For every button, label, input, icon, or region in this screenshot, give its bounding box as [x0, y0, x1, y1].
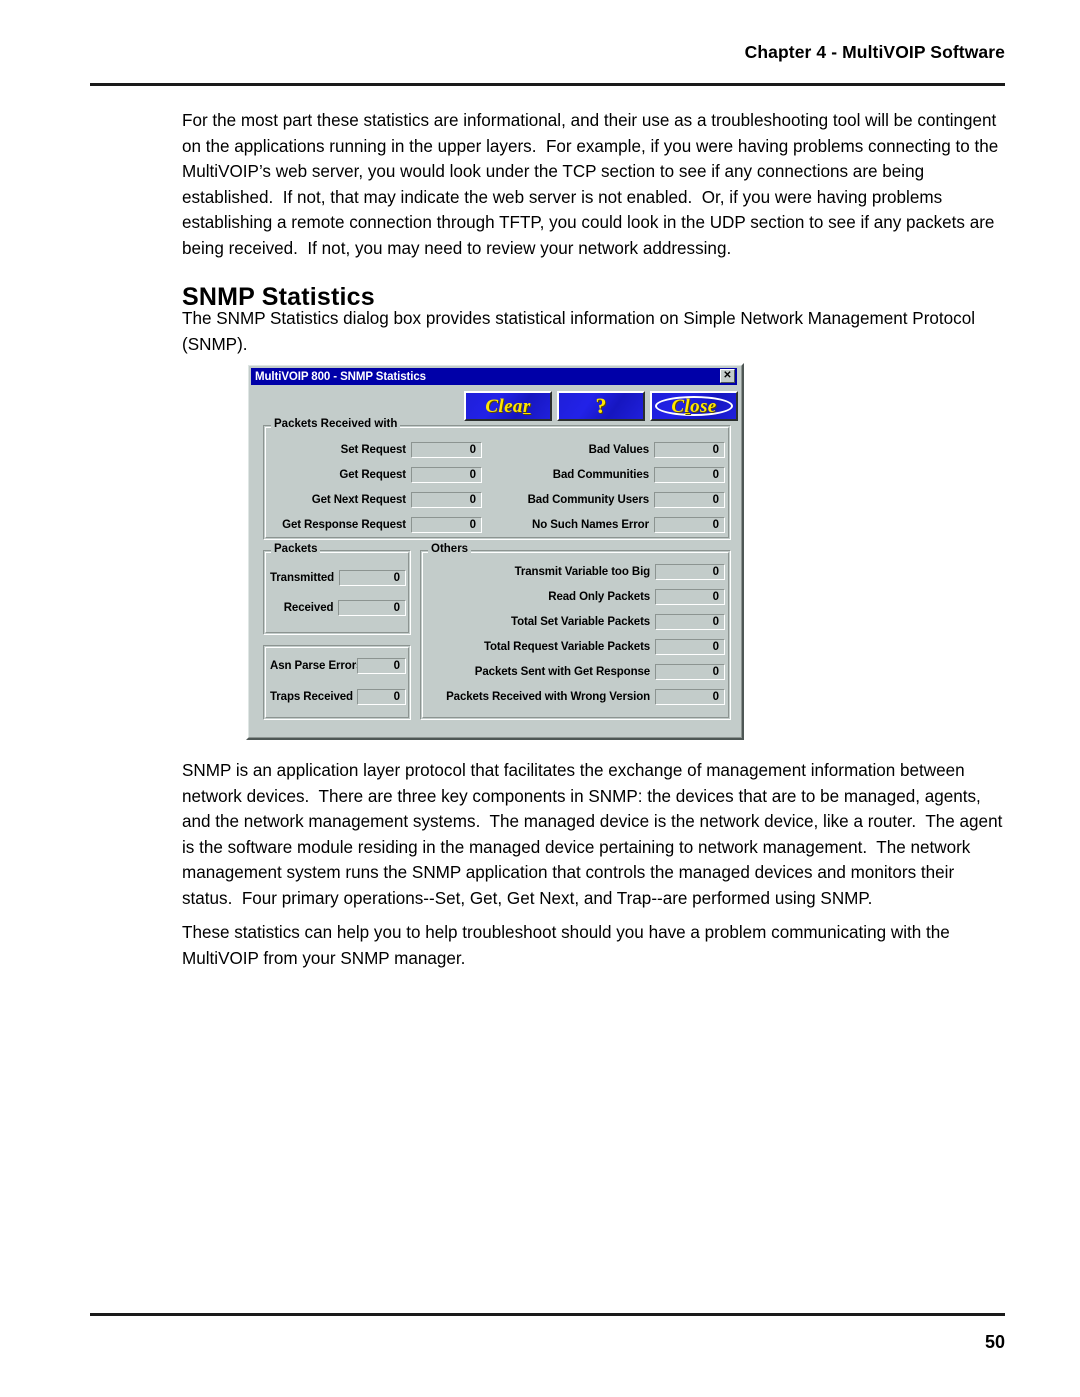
field-get-next-request: Get Next Request 0 — [264, 492, 482, 508]
field-label: Traps Received — [270, 691, 353, 703]
field-label: Packets Sent with Get Response — [474, 666, 651, 678]
header-rule — [90, 83, 1005, 86]
help-button-face: ? — [559, 393, 643, 419]
field-total-request-variable-packets: Total Request Variable Packets 0 — [429, 639, 725, 655]
paragraph-snmp-help: These statistics can help you to help tr… — [182, 923, 955, 968]
paragraph-intro: For the most part these statistics are i… — [182, 111, 1003, 258]
document-page: Chapter 4 - MultiVOIP Software For the m… — [0, 0, 1080, 1397]
field-label: Read Only Packets — [548, 591, 651, 603]
field-value[interactable]: 0 — [654, 517, 725, 533]
field-value[interactable]: 0 — [357, 658, 406, 674]
field-bad-values: Bad Values 0 — [507, 442, 725, 458]
field-value[interactable]: 0 — [339, 570, 406, 586]
field-total-set-variable-packets: Total Set Variable Packets 0 — [429, 614, 725, 630]
groupbox-bevel — [265, 552, 409, 633]
field-value[interactable]: 0 — [411, 442, 482, 458]
clear-button[interactable]: Clear — [464, 391, 552, 421]
field-label: Bad Community Users — [527, 494, 650, 506]
field-bad-communities: Bad Communities 0 — [507, 467, 725, 483]
field-value[interactable]: 0 — [411, 492, 482, 508]
close-button-label: Close — [671, 395, 717, 417]
close-button[interactable]: Close — [650, 391, 738, 421]
help-button[interactable]: ? — [557, 391, 645, 421]
field-get-response-request: Get Response Request 0 — [264, 517, 482, 533]
field-packets-received-with-wrong-version: Packets Received with Wrong Version 0 — [429, 689, 725, 705]
field-label: Bad Communities — [552, 469, 649, 481]
group-title-packets: Packets — [271, 543, 321, 555]
field-value[interactable]: 0 — [357, 689, 406, 705]
field-received: Received 0 — [270, 600, 406, 616]
field-transmit-variable-too-big: Transmit Variable too Big 0 — [429, 564, 725, 580]
field-get-request: Get Request 0 — [264, 467, 482, 483]
dialog-titlebar[interactable]: MultiVOIP 800 - SNMP Statistics ✕ — [251, 368, 737, 385]
field-label: Get Next Request — [311, 494, 406, 506]
field-label: Transmitted — [270, 572, 335, 584]
group-asn-traps: Asn Parse Errors 0 Traps Received 0 — [263, 645, 411, 720]
field-value[interactable]: 0 — [655, 689, 725, 705]
close-button-face: Close — [652, 393, 736, 419]
field-set-request: Set Request 0 — [264, 442, 482, 458]
field-label: Asn Parse Errors — [270, 660, 363, 672]
field-label: Get Response Request — [282, 519, 406, 531]
field-value[interactable]: 0 — [654, 467, 725, 483]
field-label: Packets Received with Wrong Version — [446, 691, 651, 703]
footer-rule — [90, 1313, 1005, 1316]
field-label: Transmit Variable too Big — [514, 566, 651, 578]
field-label: Total Request Variable Packets — [483, 641, 651, 653]
field-bad-community-users: Bad Community Users 0 — [507, 492, 725, 508]
field-value[interactable]: 0 — [655, 639, 725, 655]
dialog-title: MultiVOIP 800 - SNMP Statistics — [255, 370, 426, 383]
field-value[interactable]: 0 — [338, 600, 406, 616]
field-label: No Such Names Error — [532, 519, 649, 531]
field-no-such-names-error: No Such Names Error 0 — [507, 517, 725, 533]
field-label: Total Set Variable Packets — [511, 616, 651, 628]
field-value[interactable]: 0 — [655, 589, 725, 605]
dialog-toolbar: Clear ? Close — [464, 391, 738, 421]
field-read-only-packets: Read Only Packets 0 — [429, 589, 725, 605]
paragraph-snmp-description: SNMP is an application layer protocol th… — [182, 761, 1008, 908]
running-head: Chapter 4 - MultiVOIP Software — [744, 42, 1005, 62]
group-title-others: Others — [428, 543, 472, 555]
snmp-statistics-dialog: MultiVOIP 800 - SNMP Statistics ✕ Clear … — [246, 363, 744, 740]
field-value[interactable]: 0 — [654, 442, 725, 458]
group-others: Others Transmit Variable too Big 0 Read … — [420, 543, 731, 720]
paragraph-snmp-intro: The SNMP Statistics dialog box provides … — [182, 309, 980, 354]
field-value[interactable]: 0 — [411, 517, 482, 533]
field-transmitted: Transmitted 0 — [270, 570, 406, 586]
field-value[interactable]: 0 — [655, 564, 725, 580]
group-packets-received-with: Packets Received with Set Request 0 Get … — [263, 418, 731, 540]
field-label: Received — [283, 602, 334, 614]
clear-button-label: Clear — [485, 395, 531, 417]
field-label: Bad Values — [588, 444, 649, 456]
field-value[interactable]: 0 — [411, 467, 482, 483]
clear-button-face: Clear — [466, 393, 550, 419]
page-number: 50 — [984, 1332, 1005, 1352]
question-mark-icon: ? — [595, 393, 607, 418]
close-icon[interactable]: ✕ — [720, 369, 735, 383]
group-title-packets-received-with: Packets Received with — [271, 418, 401, 430]
field-value[interactable]: 0 — [654, 492, 725, 508]
field-label: Set Request — [340, 444, 406, 456]
group-packets: Packets Transmitted 0 Received 0 — [263, 543, 411, 635]
field-packets-sent-with-get-response: Packets Sent with Get Response 0 — [429, 664, 725, 680]
field-value[interactable]: 0 — [655, 664, 725, 680]
field-label: Get Request — [339, 469, 406, 481]
field-asn-parse-errors: Asn Parse Errors 0 — [270, 658, 406, 674]
field-value[interactable]: 0 — [655, 614, 725, 630]
field-traps-received: Traps Received 0 — [270, 689, 406, 705]
